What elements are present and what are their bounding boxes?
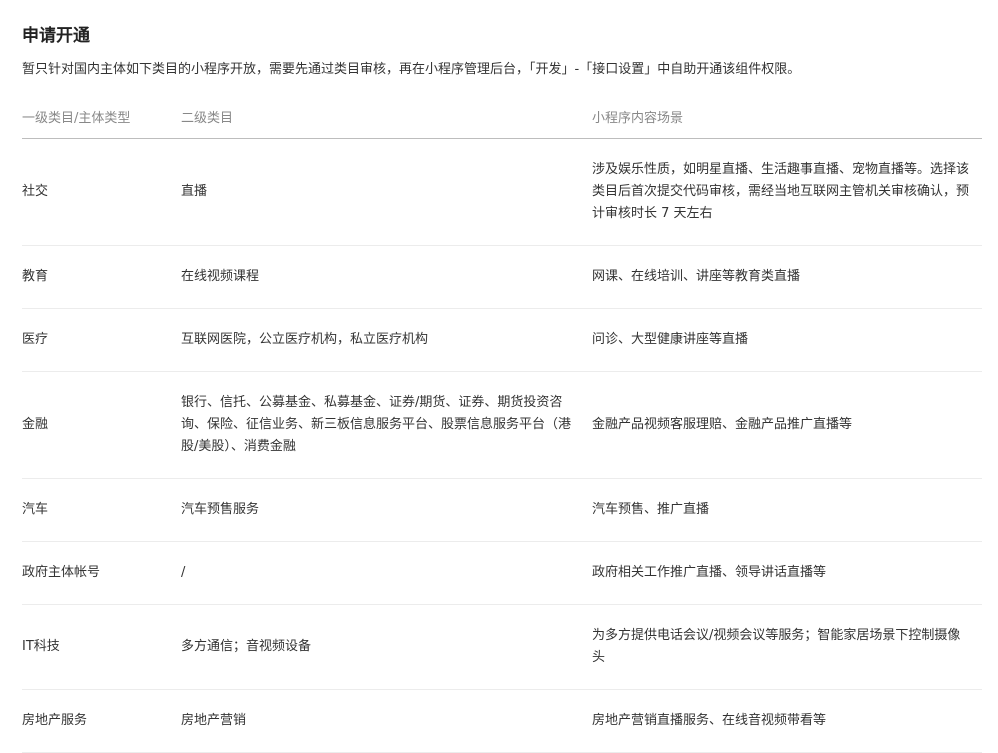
table-row: 教育 在线视频课程 网课、在线培训、讲座等教育类直播 <box>22 245 982 309</box>
table-header-row: 一级类目/主体类型 二级类目 小程序内容场景 <box>22 95 982 139</box>
cell-content-scene: 问诊、大型健康讲座等直播 <box>592 308 982 372</box>
category-table: 一级类目/主体类型 二级类目 小程序内容场景 社交 直播 涉及娱乐性质，如明星直… <box>22 95 982 753</box>
cell-content-scene: 涉及娱乐性质，如明星直播、生活趣事直播、宠物直播等。选择该类目后首次提交代码审核… <box>592 138 982 246</box>
cell-content-scene: 汽车预售、推广直播 <box>592 478 982 542</box>
table-row: 社交 直播 涉及娱乐性质，如明星直播、生活趣事直播、宠物直播等。选择该类目后首次… <box>22 138 982 246</box>
content-area: 申请开通 暂只针对国内主体如下类目的小程序开放，需要先通过类目审核，再在小程序管… <box>0 0 998 753</box>
cell-primary-category: 教育 <box>22 245 181 309</box>
table-row: 医疗 互联网医院，公立医疗机构，私立医疗机构 问诊、大型健康讲座等直播 <box>22 308 982 372</box>
cell-content-scene: 政府相关工作推广直播、领导讲话直播等 <box>592 541 982 605</box>
cell-primary-category: 金融 <box>22 371 181 479</box>
table-row: 政府主体帐号 / 政府相关工作推广直播、领导讲话直播等 <box>22 541 982 605</box>
cell-primary-category: 房地产服务 <box>22 689 181 753</box>
table-row: 汽车 汽车预售服务 汽车预售、推广直播 <box>22 478 982 542</box>
header-secondary-category: 二级类目 <box>181 95 592 139</box>
cell-secondary-category: 房地产营销 <box>181 689 592 753</box>
cell-primary-category: 医疗 <box>22 308 181 372</box>
cell-secondary-category: 直播 <box>181 138 592 246</box>
cell-primary-category: IT科技 <box>22 604 181 690</box>
header-content-scene: 小程序内容场景 <box>592 95 982 139</box>
cell-primary-category: 政府主体帐号 <box>22 541 181 605</box>
cell-secondary-category: 互联网医院，公立医疗机构，私立医疗机构 <box>181 308 592 372</box>
cell-primary-category: 汽车 <box>22 478 181 542</box>
cell-secondary-category: 汽车预售服务 <box>181 478 592 542</box>
cell-primary-category: 社交 <box>22 138 181 246</box>
table-row: IT科技 多方通信；音视频设备 为多方提供电话会议/视频会议等服务；智能家居场景… <box>22 604 982 690</box>
cell-content-scene: 房地产营销直播服务、在线音视频带看等 <box>592 689 982 753</box>
cell-secondary-category: / <box>181 541 592 605</box>
cell-content-scene: 为多方提供电话会议/视频会议等服务；智能家居场景下控制摄像头 <box>592 604 982 690</box>
cell-content-scene: 金融产品视频客服理赔、金融产品推广直播等 <box>592 371 982 479</box>
header-primary-category: 一级类目/主体类型 <box>22 95 181 139</box>
page-description: 暂只针对国内主体如下类目的小程序开放，需要先通过类目审核，再在小程序管理后台，「… <box>22 62 801 77</box>
cell-secondary-category: 多方通信；音视频设备 <box>181 604 592 690</box>
page-title: 申请开通 <box>22 26 90 46</box>
cell-secondary-category: 银行、信托、公募基金、私募基金、证券/期货、证券、期货投资咨询、保险、征信业务、… <box>181 371 592 479</box>
cell-content-scene: 网课、在线培训、讲座等教育类直播 <box>592 245 982 309</box>
cell-secondary-category: 在线视频课程 <box>181 245 592 309</box>
table-row: 金融 银行、信托、公募基金、私募基金、证券/期货、证券、期货投资咨询、保险、征信… <box>22 371 982 479</box>
table-row: 房地产服务 房地产营销 房地产营销直播服务、在线音视频带看等 <box>22 689 982 753</box>
